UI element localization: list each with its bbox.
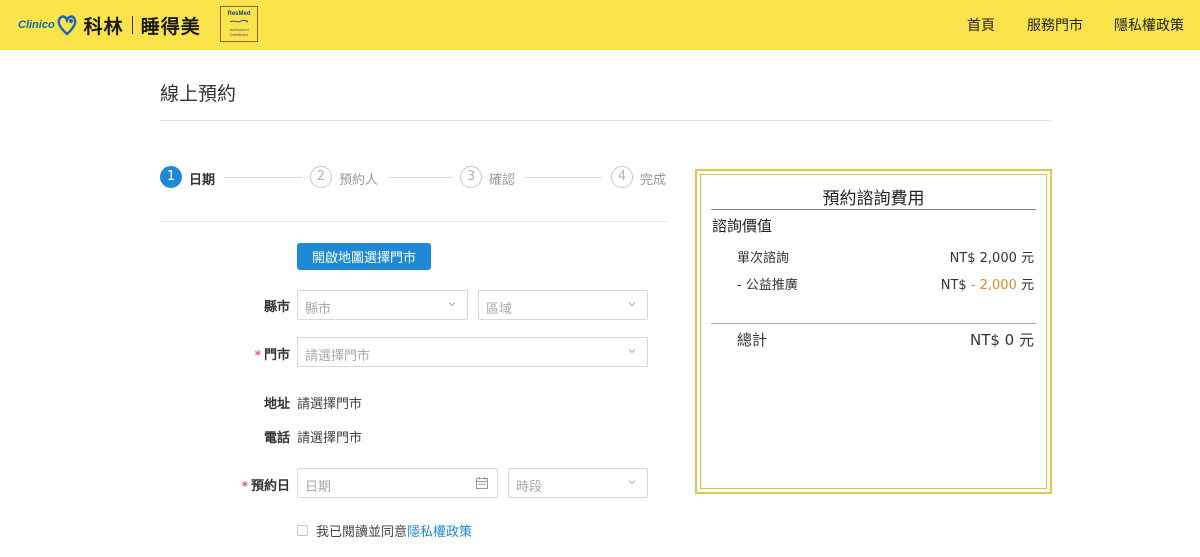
date-label: * 預約日	[200, 475, 290, 494]
chevron-down-icon	[628, 349, 636, 354]
resmed-wave-icon	[229, 19, 249, 23]
phone-value: 請選擇門市	[297, 431, 363, 446]
time-slot-select[interactable]: 時段	[508, 468, 648, 498]
brand-divider	[131, 16, 133, 34]
address-value: 請選擇門市	[297, 397, 363, 412]
step-connector	[224, 177, 302, 178]
privacy-agreement: 我已閱讀並同意 隱私權政策	[297, 521, 472, 540]
fee-row-label: - 公益推廣	[737, 278, 798, 293]
fee-summary-panel: 預約諮詢費用 諮詢價值 單次諮詢 NT$ 2,000 元 - 公益推廣 NT$ …	[695, 169, 1052, 494]
step-1-label: 日期	[189, 173, 216, 188]
fee-row-value: NT$ - 2,000 元	[940, 278, 1034, 293]
open-map-button[interactable]: 開啟地圖選擇門市	[297, 243, 431, 270]
steps-divider	[160, 221, 668, 222]
calendar-icon	[476, 477, 488, 489]
fee-summary-inner: 預約諮詢費用 諮詢價值 單次諮詢 NT$ 2,000 元 - 公益推廣 NT$ …	[700, 174, 1047, 489]
fee-section-title: 諮詢價值	[712, 217, 773, 235]
page-title: 線上預約	[160, 83, 237, 105]
heart-logo-icon	[57, 15, 77, 36]
district-select[interactable]: 區域	[478, 290, 648, 320]
nav-home[interactable]: 首頁	[967, 15, 995, 35]
fee-total-value: NT$ 0 元	[969, 331, 1034, 349]
nav-stores[interactable]: 服務門市	[1027, 15, 1083, 35]
date-label-text: 預約日	[250, 479, 290, 494]
fee-title: 預約諮詢費用	[822, 189, 925, 209]
brand-name-kelin: 科林	[83, 15, 124, 38]
brand-name-sleep: 睡得美	[140, 15, 201, 38]
store-placeholder: 請選擇門市	[305, 349, 371, 364]
county-select[interactable]: 縣市	[297, 290, 468, 320]
resmed-partner-logo: ResMed Authorized Distributor	[220, 6, 258, 42]
store-select[interactable]: 請選擇門市	[297, 337, 648, 367]
chevron-down-icon	[628, 480, 636, 485]
fee-title-divider	[711, 209, 1036, 210]
fee-row-value: NT$ 2,000 元	[949, 251, 1034, 266]
step-4-label: 完成	[640, 173, 667, 188]
fee-row-label: 單次諮詢	[737, 251, 790, 266]
store-label-text: 門市	[263, 348, 290, 363]
step-3-circle: 3	[460, 166, 482, 188]
resmed-caption: Authorized Distributor	[229, 27, 249, 37]
step-3-label: 確認	[489, 173, 516, 188]
step-2-label: 預約人	[339, 173, 379, 188]
privacy-policy-link[interactable]: 隱私權政策	[407, 521, 472, 540]
nav-privacy[interactable]: 隱私權政策	[1114, 15, 1184, 35]
discount-amount: - 2,000	[970, 278, 1017, 293]
chevron-down-icon	[628, 302, 636, 307]
title-divider	[160, 120, 1052, 121]
resmed-logo-text: ResMed	[227, 11, 251, 17]
step-1-circle: 1	[160, 166, 182, 188]
required-mark: *	[241, 479, 248, 493]
agree-text: 我已閱讀並同意	[316, 525, 408, 540]
phone-label: 電話	[263, 431, 290, 446]
store-label: * 門市	[200, 344, 290, 363]
agree-checkbox[interactable]	[297, 525, 308, 536]
date-placeholder: 日期	[305, 480, 332, 495]
brand-logo[interactable]: Clinico 科林 睡得美	[18, 8, 201, 42]
step-connector	[388, 177, 453, 178]
county-placeholder: 縣市	[305, 302, 332, 317]
time-placeholder: 時段	[516, 480, 543, 495]
step-connector	[524, 177, 602, 178]
date-input[interactable]: 日期	[297, 468, 498, 498]
step-2-circle: 2	[310, 166, 332, 188]
chevron-down-icon	[448, 302, 456, 307]
district-placeholder: 區域	[486, 302, 513, 317]
fee-total-label: 總計	[737, 331, 768, 349]
top-nav-bar: Clinico 科林 睡得美 ResMed Authorized Distrib…	[0, 0, 1200, 50]
required-mark: *	[254, 348, 261, 362]
address-label: 地址	[263, 397, 290, 412]
step-4-circle: 4	[611, 166, 633, 188]
clinico-logo-text: Clinico	[18, 19, 55, 31]
county-label: 縣市	[263, 300, 290, 315]
fee-total-divider	[711, 323, 1036, 324]
